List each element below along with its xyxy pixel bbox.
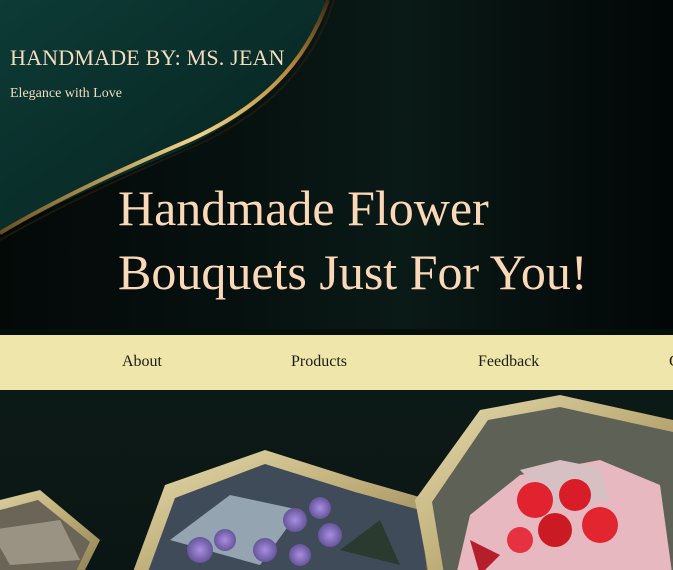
gallery-photo-left[interactable] (0, 490, 100, 570)
hexagon-gallery-graphic (0, 395, 673, 570)
nav-link-about[interactable]: About (122, 353, 162, 371)
product-gallery (0, 390, 673, 570)
brand-title: HANDMADE BY: MS. JEAN (10, 45, 285, 70)
hero-headline-line-2: Bouquets Just For You! (118, 244, 588, 300)
nav-link-contact[interactable]: C (669, 353, 673, 371)
hero-headline-line-1: Handmade Flower (118, 180, 489, 236)
hero-banner: HANDMADE BY: MS. JEAN Elegance with Love… (0, 0, 673, 333)
hero-headline: Handmade Flower Bouquets Just For You! (118, 176, 588, 304)
nav-link-feedback[interactable]: Feedback (478, 353, 539, 371)
main-nav: About Products Feedback C (0, 335, 673, 390)
brand-tagline: Elegance with Love (10, 86, 122, 101)
gallery-photo-red-roses[interactable] (415, 395, 673, 570)
gallery-photo-purple-roses[interactable] (130, 450, 440, 570)
nav-link-products[interactable]: Products (291, 353, 347, 371)
